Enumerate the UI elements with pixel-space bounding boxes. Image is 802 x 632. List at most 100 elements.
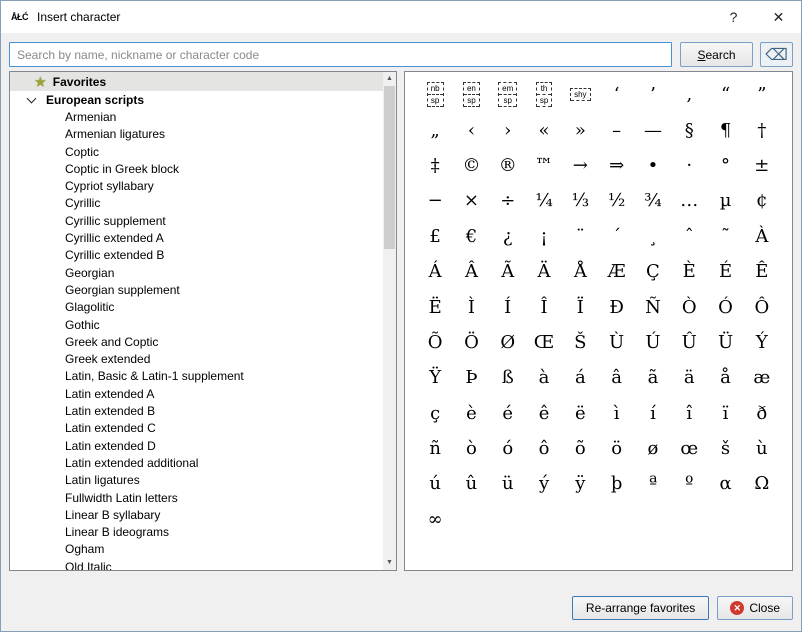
- space-character-cell[interactable]: nb sp: [417, 77, 453, 112]
- character-cell[interactable]: Š: [562, 325, 598, 360]
- tree-item[interactable]: Linear B syllabary: [10, 507, 383, 524]
- character-cell[interactable]: ”: [744, 77, 780, 112]
- character-cell[interactable]: ä: [671, 360, 707, 395]
- character-cell[interactable]: Â: [453, 254, 489, 289]
- character-cell[interactable]: °: [707, 148, 743, 183]
- tree-item[interactable]: Armenian ligatures: [10, 126, 383, 143]
- character-cell[interactable]: ð: [744, 396, 780, 431]
- character-cell[interactable]: Ý: [744, 325, 780, 360]
- character-cell[interactable]: ö: [598, 431, 634, 466]
- character-cell[interactable]: …: [671, 183, 707, 218]
- tree-item[interactable]: Coptic in Greek block: [10, 161, 383, 178]
- tree-item[interactable]: Latin extended C: [10, 420, 383, 437]
- character-cell[interactable]: §: [671, 112, 707, 147]
- character-cell[interactable]: Í: [490, 289, 526, 324]
- character-cell[interactable]: í: [635, 396, 671, 431]
- character-cell[interactable]: —: [635, 112, 671, 147]
- character-cell[interactable]: Õ: [417, 325, 453, 360]
- character-cell[interactable]: á: [562, 360, 598, 395]
- tree-item[interactable]: Armenian: [10, 109, 383, 126]
- character-cell[interactable]: è: [453, 396, 489, 431]
- tree-item[interactable]: Georgian supplement: [10, 282, 383, 299]
- character-cell[interactable]: ª: [635, 466, 671, 501]
- tree-item[interactable]: Latin, Basic & Latin-1 supplement: [10, 368, 383, 385]
- tree-item[interactable]: Gothic: [10, 317, 383, 334]
- character-cell[interactable]: š: [707, 431, 743, 466]
- tree-item-european-scripts[interactable]: European scripts: [10, 91, 383, 109]
- character-cell[interactable]: ⅓: [562, 183, 598, 218]
- character-cell[interactable]: ¿: [490, 219, 526, 254]
- character-cell[interactable]: ‹: [453, 112, 489, 147]
- character-cell[interactable]: ¼: [526, 183, 562, 218]
- clear-search-button[interactable]: ⌫: [760, 42, 793, 67]
- tree-item-favorites[interactable]: ★ Favorites: [10, 72, 383, 91]
- character-cell[interactable]: Ú: [635, 325, 671, 360]
- character-cell[interactable]: ù: [744, 431, 780, 466]
- rearrange-favorites-button[interactable]: Re-arrange favorites: [571, 596, 710, 620]
- character-cell[interactable]: ã: [635, 360, 671, 395]
- tree-item[interactable]: Coptic: [10, 144, 383, 161]
- character-cell[interactable]: ÿ: [562, 466, 598, 501]
- character-cell[interactable]: ®: [490, 148, 526, 183]
- character-cell[interactable]: ¢: [744, 183, 780, 218]
- tree-item[interactable]: Linear B ideograms: [10, 524, 383, 541]
- character-cell[interactable]: ›: [490, 112, 526, 147]
- character-cell[interactable]: Ñ: [635, 289, 671, 324]
- tree-item[interactable]: Georgian: [10, 265, 383, 282]
- character-cell[interactable]: ¾: [635, 183, 671, 218]
- character-cell[interactable]: ñ: [417, 431, 453, 466]
- character-cell[interactable]: Ì: [453, 289, 489, 324]
- character-cell[interactable]: ê: [526, 396, 562, 431]
- close-button[interactable]: ✕ Close: [717, 596, 793, 620]
- tree-item[interactable]: Cyrillic: [10, 195, 383, 212]
- character-cell[interactable]: û: [453, 466, 489, 501]
- character-cell[interactable]: Œ: [526, 325, 562, 360]
- scrollbar-thumb[interactable]: [384, 86, 395, 249]
- tree-item[interactable]: Greek extended: [10, 351, 383, 368]
- character-cell[interactable]: ’: [635, 77, 671, 112]
- character-cell[interactable]: ⇒: [598, 148, 634, 183]
- character-cell[interactable]: ‡: [417, 148, 453, 183]
- character-cell[interactable]: „: [417, 112, 453, 147]
- tree-item[interactable]: Cyrillic extended A: [10, 230, 383, 247]
- character-cell[interactable]: ¶: [707, 112, 743, 147]
- tree-item[interactable]: Old Italic: [10, 559, 383, 570]
- character-cell[interactable]: †: [744, 112, 780, 147]
- space-character-cell[interactable]: th sp: [526, 77, 562, 112]
- character-cell[interactable]: ‘: [598, 77, 634, 112]
- character-cell[interactable]: Æ: [598, 254, 634, 289]
- character-cell[interactable]: º: [671, 466, 707, 501]
- tree-item[interactable]: Latin extended D: [10, 438, 383, 455]
- window-close-button[interactable]: ✕: [756, 1, 801, 33]
- character-cell[interactable]: î: [671, 396, 707, 431]
- character-cell[interactable]: ×: [453, 183, 489, 218]
- character-cell[interactable]: Ç: [635, 254, 671, 289]
- tree-item[interactable]: Latin ligatures: [10, 472, 383, 489]
- character-cell[interactable]: ì: [598, 396, 634, 431]
- character-cell[interactable]: •: [635, 148, 671, 183]
- character-cell[interactable]: œ: [671, 431, 707, 466]
- character-cell[interactable]: Þ: [453, 360, 489, 395]
- character-cell[interactable]: ú: [417, 466, 453, 501]
- character-cell[interactable]: ·: [671, 148, 707, 183]
- character-cell[interactable]: ô: [526, 431, 562, 466]
- character-cell[interactable]: Û: [671, 325, 707, 360]
- character-cell[interactable]: µ: [707, 183, 743, 218]
- character-cell[interactable]: α: [707, 466, 743, 501]
- character-cell[interactable]: é: [490, 396, 526, 431]
- character-cell[interactable]: È: [671, 254, 707, 289]
- character-cell[interactable]: É: [707, 254, 743, 289]
- character-cell[interactable]: Å: [562, 254, 598, 289]
- scroll-down-button[interactable]: ▼: [383, 556, 396, 570]
- character-cell[interactable]: à: [526, 360, 562, 395]
- character-cell[interactable]: Ü: [707, 325, 743, 360]
- character-cell[interactable]: €: [453, 219, 489, 254]
- character-cell[interactable]: Á: [417, 254, 453, 289]
- character-cell[interactable]: ©: [453, 148, 489, 183]
- character-cell[interactable]: þ: [598, 466, 634, 501]
- character-cell[interactable]: ¸: [635, 219, 671, 254]
- character-cell[interactable]: À: [744, 219, 780, 254]
- character-cell[interactable]: Ä: [526, 254, 562, 289]
- tree-item[interactable]: Ogham: [10, 541, 383, 558]
- character-cell[interactable]: ½: [598, 183, 634, 218]
